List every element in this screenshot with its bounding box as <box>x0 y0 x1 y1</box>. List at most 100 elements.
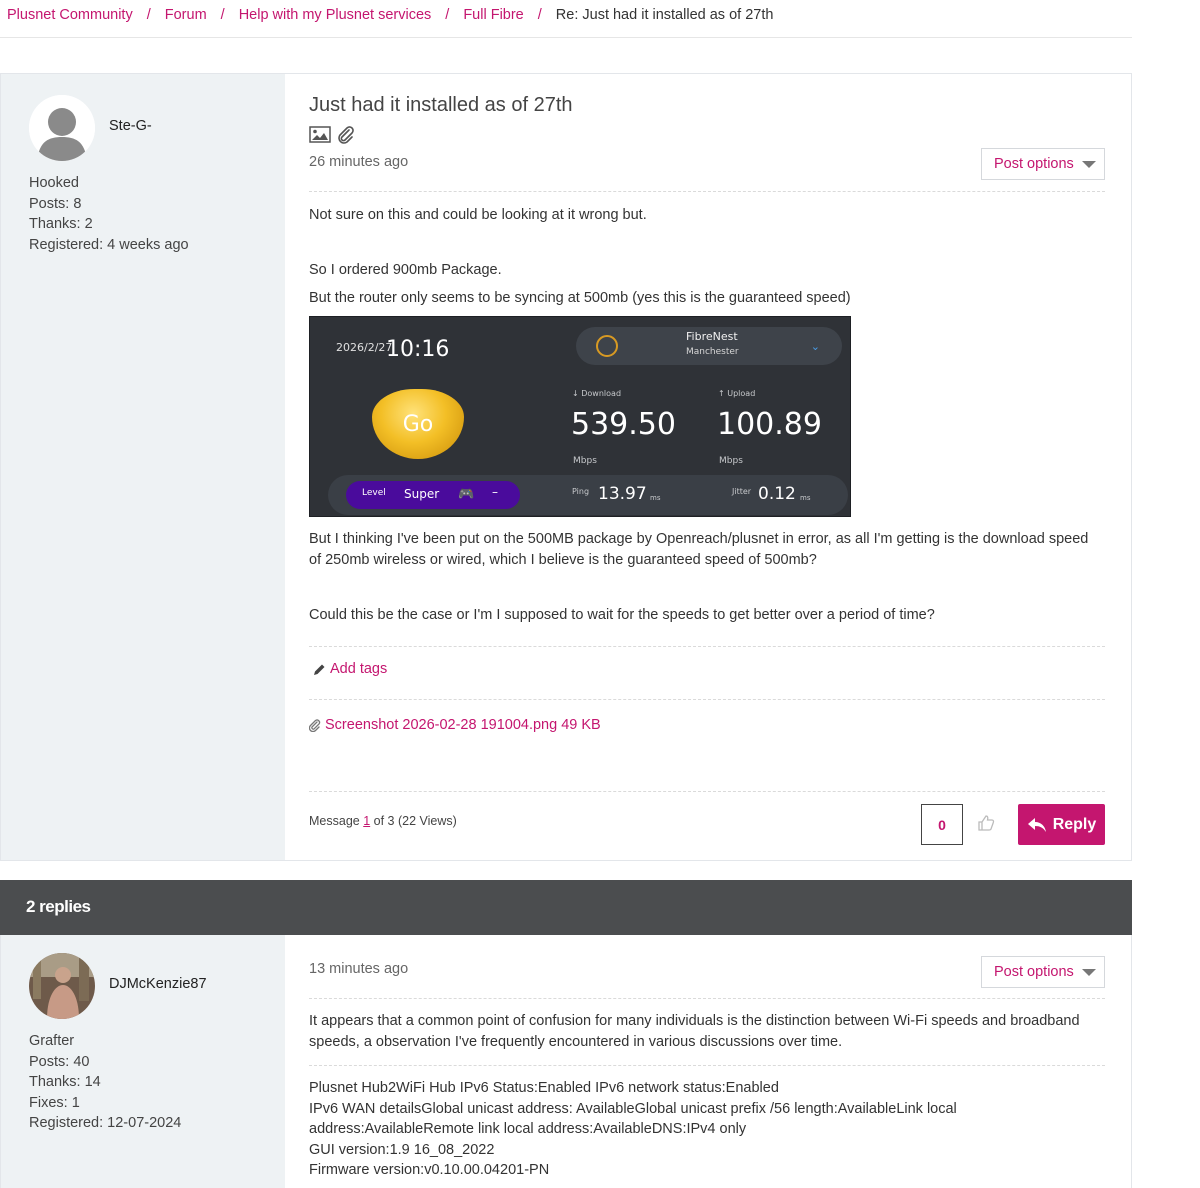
thumbs-up-icon[interactable] <box>977 814 995 832</box>
message-count: Message 1 of 3 (22 Views) <box>309 814 457 828</box>
post-paragraph: Not sure on this and could be looking at… <box>309 207 647 223</box>
author-panel: DJMcKenzie87 Grafter Posts: 40 Thanks: 1… <box>1 935 285 1188</box>
post-paragraph: But the router only seems to be syncing … <box>309 290 851 306</box>
post-options-label: Post options <box>994 156 1074 172</box>
post-timestamp: 26 minutes ago <box>309 154 409 170</box>
post-content: Just had it installed as of 27th 26 minu… <box>285 74 1131 860</box>
reply-label: Reply <box>1052 815 1097 833</box>
author-thanks: Thanks: 2 <box>29 216 93 232</box>
breadcrumb-link-help[interactable]: Help with my Plusnet services <box>239 7 432 23</box>
reply-arrow-icon <box>1027 817 1046 832</box>
speedtest-go-button: Go <box>372 389 464 459</box>
upload-label: ↑ Upload <box>718 389 756 398</box>
author-posts: Posts: 40 <box>29 1053 90 1070</box>
author-stats: Hooked Posts: 8 Thanks: 2 Registered: 4 … <box>29 173 189 255</box>
level-value: Super <box>404 487 440 501</box>
author-registered: Registered: 12-07-2024 <box>29 1115 182 1131</box>
add-tags-link[interactable]: Add tags <box>313 661 387 677</box>
speedtest-time: 10:16 <box>386 337 450 362</box>
author-name[interactable]: Ste-G- <box>109 118 152 134</box>
kudos-count[interactable]: 0 <box>921 804 963 845</box>
level-label: Level <box>362 488 386 498</box>
post-options-button[interactable]: Post options <box>981 956 1105 988</box>
post-title: Just had it installed as of 27th <box>309 94 573 116</box>
divider <box>309 699 1105 700</box>
post-content: 13 minutes ago Post options It appears t… <box>285 935 1131 1188</box>
post-paragraph: It appears that a common point of confus… <box>309 1013 1080 1050</box>
author-posts: Posts: 8 <box>29 195 82 212</box>
speedtest-date: 2026/2/27 <box>336 341 393 354</box>
reply-button[interactable]: Reply <box>1018 804 1105 845</box>
default-user-icon <box>29 95 95 161</box>
author-fixes: Fixes: 1 <box>29 1094 80 1111</box>
breadcrumb-link-full-fibre[interactable]: Full Fibre <box>463 7 523 23</box>
ping-value: 13.97 <box>598 484 647 504</box>
breadcrumb-separator: / <box>220 7 225 23</box>
signature-line: Firmware version:v0.10.00.04201-PN <box>309 1162 550 1178</box>
message-prefix: Message <box>309 814 360 828</box>
upload-arrow-icon: ↑ <box>718 389 728 398</box>
level-dash: – <box>492 485 498 499</box>
image-icon <box>309 126 331 143</box>
message-number-link[interactable]: 1 <box>363 814 370 828</box>
gamepad-icon: 🎮 <box>458 487 475 502</box>
author-name[interactable]: DJMcKenzie87 <box>109 976 207 992</box>
post-timestamp: 13 minutes ago <box>309 961 409 977</box>
jitter-label: Jitter <box>732 487 752 496</box>
jitter-unit: ms <box>800 494 811 502</box>
author-thanks: Thanks: 14 <box>29 1074 101 1090</box>
ping-unit: ms <box>650 494 661 502</box>
avatar[interactable] <box>29 95 95 161</box>
author-stats: Grafter Posts: 40 Thanks: 14 Fixes: 1 Re… <box>29 1031 181 1134</box>
divider <box>309 998 1105 999</box>
original-post: Ste-G- Hooked Posts: 8 Thanks: 2 Registe… <box>0 73 1132 861</box>
speedtest-server-name: FibreNest <box>686 330 738 343</box>
author-rank: Hooked <box>29 175 79 191</box>
speed-test-screenshot[interactable]: 2026/2/27 10:16 FibreNest Manchester ⌄ G… <box>309 316 851 517</box>
pencil-icon <box>314 664 325 675</box>
attachment-link[interactable]: Screenshot 2026-02-28 191004.png 49 KB <box>309 717 601 733</box>
download-arrow-icon: ↓ <box>572 389 582 398</box>
post-options-label: Post options <box>994 964 1074 980</box>
signature-line: Plusnet Hub2WiFi Hub IPv6 Status:Enabled… <box>309 1080 779 1096</box>
divider <box>309 1065 1105 1066</box>
post-options-button[interactable]: Post options <box>981 148 1105 180</box>
breadcrumb-separator: / <box>445 7 450 23</box>
attachment-icon <box>338 126 354 144</box>
replies-header: 2 replies <box>0 880 1132 935</box>
breadcrumb-link-community[interactable]: Plusnet Community <box>7 7 133 23</box>
speedtest-server-selector: FibreNest Manchester ⌄ <box>576 327 842 365</box>
caret-down-icon <box>1082 969 1096 976</box>
post-paragraph: So I ordered 900mb Package. <box>309 262 502 278</box>
breadcrumb-current: Re: Just had it installed as of 27th <box>555 7 774 23</box>
author-registered: Registered: 4 weeks ago <box>29 236 189 253</box>
breadcrumb-separator: / <box>537 7 542 23</box>
breadcrumb: Plusnet Community / Forum / Help with my Plu… <box>0 0 1132 38</box>
post-paragraph: But I thinking I've been put on the 500M… <box>309 531 1089 568</box>
avatar[interactable] <box>29 953 95 1019</box>
divider <box>309 646 1105 647</box>
signature-line: GUI version:1.9 16_08_2022 <box>309 1141 495 1158</box>
add-tags-label: Add tags <box>330 661 388 677</box>
author-rank: Grafter <box>29 1033 75 1049</box>
divider <box>309 191 1105 192</box>
download-label: ↓ Download <box>572 389 622 398</box>
reply-post: DJMcKenzie87 Grafter Posts: 40 Thanks: 1… <box>0 935 1132 1188</box>
author-panel: Ste-G- Hooked Posts: 8 Thanks: 2 Registe… <box>1 74 285 860</box>
attachment-label: Screenshot 2026-02-28 191004.png 49 KB <box>325 717 601 733</box>
message-suffix: of 3 (22 Views) <box>373 814 457 828</box>
download-value: 539.50 <box>571 407 676 442</box>
breadcrumb-separator: / <box>146 7 151 23</box>
upload-value: 100.89 <box>717 407 822 442</box>
paperclip-icon <box>309 718 321 732</box>
chevron-down-icon: ⌄ <box>810 340 820 353</box>
jitter-value: 0.12 <box>758 484 796 504</box>
breadcrumb-link-forum[interactable]: Forum <box>165 7 207 23</box>
download-unit: Mbps <box>573 456 597 466</box>
speedtest-server-city: Manchester <box>686 347 739 357</box>
signature-line: IPv6 WAN detailsGlobal unicast address: … <box>309 1100 957 1138</box>
ping-label: Ping <box>572 487 590 496</box>
post-title-icons <box>309 126 355 144</box>
post-paragraph: Could this be the case or I'm I supposed… <box>309 607 935 623</box>
divider <box>309 791 1105 792</box>
